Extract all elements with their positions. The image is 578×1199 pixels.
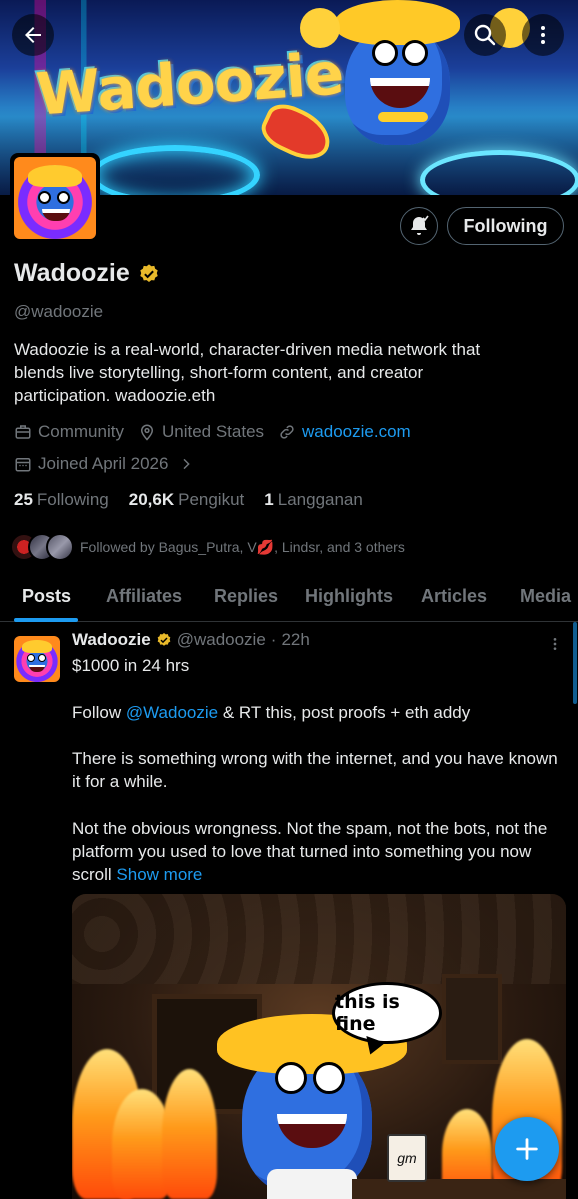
post-mention-link[interactable]: @Wadoozie	[126, 703, 218, 722]
profile-name: Wadoozie	[14, 259, 130, 287]
compose-post-button[interactable]	[495, 1117, 559, 1181]
post-header: Wadoozie @wadoozie · 22h	[72, 630, 310, 650]
verified-badge-icon	[157, 633, 171, 646]
post-time[interactable]: 22h	[281, 630, 309, 650]
profile-name-row: Wadoozie	[14, 259, 160, 288]
scrollbar[interactable]	[573, 622, 577, 704]
post-author-name[interactable]: Wadoozie	[72, 630, 151, 650]
joined-date: Joined April 2026	[38, 454, 169, 473]
speech-bubble: this is fine	[332, 982, 442, 1044]
followers-stat[interactable]: 20,6K Pengikut	[129, 490, 245, 510]
image-smoke	[72, 894, 566, 984]
show-more-link[interactable]: Show more	[116, 865, 202, 884]
link-icon	[280, 425, 294, 439]
website-link[interactable]: wadoozie.com	[302, 422, 411, 442]
back-button[interactable]	[12, 14, 54, 56]
image-wall-portrait	[442, 974, 502, 1064]
search-button[interactable]	[464, 14, 506, 56]
profile-location: United States	[138, 422, 264, 442]
post-image[interactable]: this is fine gm	[72, 894, 566, 1199]
tab-articles[interactable]: Articles	[421, 586, 487, 607]
bell-check-icon	[411, 215, 429, 235]
subscriptions-stat[interactable]: 1 Langganan	[264, 490, 363, 510]
more-options-button[interactable]	[522, 14, 564, 56]
image-flame	[162, 1069, 217, 1199]
more-vertical-icon	[541, 26, 545, 44]
follower-avatar	[46, 533, 74, 561]
followed-by-text: Followed by Bagus_Putra, V💋, Lindsr, and…	[80, 538, 405, 555]
more-vertical-icon	[553, 638, 557, 650]
location-pin-icon	[140, 424, 153, 441]
active-tab-indicator	[14, 618, 78, 622]
tab-affiliates[interactable]: Affiliates	[106, 586, 182, 607]
arrow-left-icon	[25, 27, 41, 43]
calendar-icon	[15, 458, 31, 472]
banner-glove-left	[300, 8, 340, 48]
tab-posts[interactable]: Posts	[22, 586, 71, 607]
following-stat[interactable]: 25 Following	[14, 490, 109, 510]
following-button[interactable]: Following	[447, 207, 564, 245]
post-text-line2: Follow @Wadoozie & RT this, post proofs …	[72, 703, 471, 722]
profile-bio: Wadoozie is a real-world, character-driv…	[14, 340, 481, 405]
joined-row[interactable]: Joined April 2026	[14, 454, 208, 474]
tab-replies[interactable]: Replies	[214, 586, 278, 607]
search-icon	[474, 24, 496, 46]
image-mug: gm	[387, 1134, 427, 1182]
profile-meta-row: Community United States wadoozie.com	[14, 422, 425, 442]
post-author-avatar[interactable]	[14, 636, 60, 682]
post-text-para3: Not the obvious wrongness. Not the spam,…	[72, 819, 548, 884]
post-text-para2: There is something wrong with the intern…	[72, 749, 558, 791]
verified-badge-icon[interactable]	[138, 263, 160, 285]
profile-tabs: Posts Affiliates Replies Highlights Arti…	[0, 572, 578, 622]
chevron-right-icon	[183, 458, 191, 470]
post-text-line1: $1000 in 24 hrs	[72, 656, 190, 675]
plus-icon	[516, 1138, 538, 1160]
tab-media[interactable]: Media	[520, 586, 571, 607]
notifications-bell-button[interactable]	[400, 207, 438, 245]
tab-highlights[interactable]: Highlights	[305, 586, 393, 607]
profile-handle: @wadoozie	[14, 302, 104, 321]
post-separator: ·	[270, 630, 277, 649]
post-author-handle[interactable]: @wadoozie	[177, 630, 266, 650]
profile-category: Community	[14, 422, 124, 442]
followed-by-row[interactable]: Followed by Bagus_Putra, V💋, Lindsr, and…	[10, 533, 405, 561]
image-table	[352, 1179, 566, 1199]
profile-avatar[interactable]	[10, 153, 100, 243]
profile-website[interactable]: wadoozie.com	[278, 422, 411, 442]
briefcase-icon	[15, 425, 31, 439]
profile-stats: 25 Following 20,6K Pengikut 1 Langganan	[14, 490, 363, 510]
